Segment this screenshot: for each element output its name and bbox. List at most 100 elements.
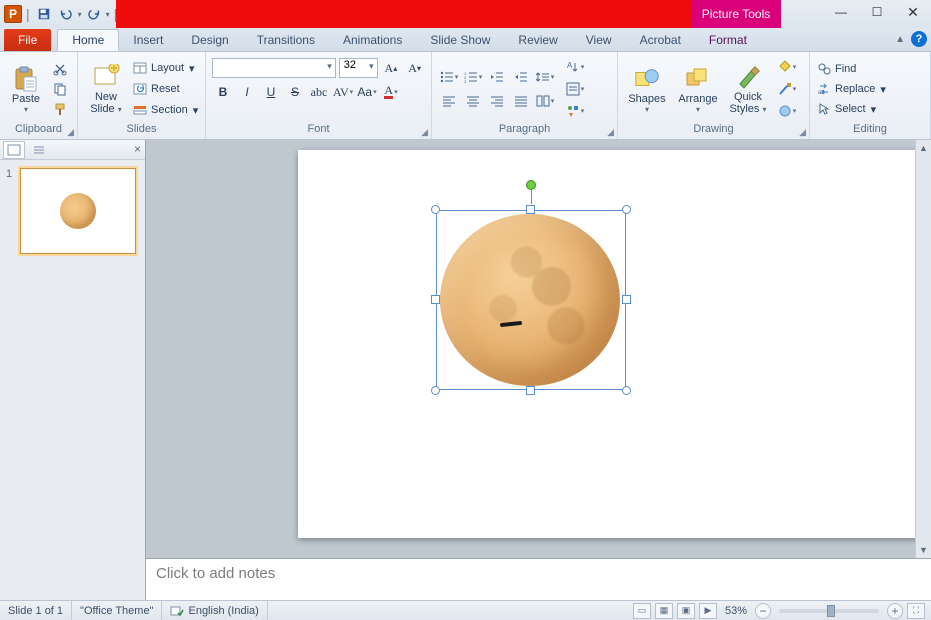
status-slide-counter[interactable]: Slide 1 of 1 xyxy=(0,601,72,620)
align-right-icon[interactable] xyxy=(486,91,508,111)
bullets-icon[interactable] xyxy=(438,67,460,87)
font-launcher-icon[interactable]: ◢ xyxy=(421,127,428,138)
line-spacing-icon[interactable] xyxy=(534,67,556,87)
zoom-slider[interactable] xyxy=(779,609,879,613)
bold-icon[interactable]: B xyxy=(212,82,234,102)
reset-button[interactable]: Reset xyxy=(132,80,198,98)
resize-handle-mr[interactable] xyxy=(622,295,631,304)
help-icon[interactable]: ? xyxy=(911,31,927,47)
scroll-up-icon[interactable]: ▲ xyxy=(916,140,931,156)
shape-outline-icon[interactable] xyxy=(776,79,798,99)
underline-icon[interactable]: U xyxy=(260,82,282,102)
fit-to-window-icon[interactable]: ⛶ xyxy=(907,603,925,619)
strikethrough-icon[interactable]: S xyxy=(284,82,306,102)
text-direction-icon[interactable]: A xyxy=(564,57,586,77)
undo-dropdown-caret[interactable]: ▾ xyxy=(78,10,82,19)
close-button[interactable] xyxy=(899,2,927,22)
align-center-icon[interactable] xyxy=(462,91,484,111)
numbering-icon[interactable]: 123 xyxy=(462,67,484,87)
change-case-icon[interactable]: Aa xyxy=(356,82,378,102)
resize-handle-tl[interactable] xyxy=(431,205,440,214)
qat-customize-caret[interactable]: ▾ xyxy=(106,10,110,19)
notes-pane[interactable]: Click to add notes xyxy=(146,558,931,600)
sorter-view-icon[interactable]: ▦ xyxy=(655,603,673,619)
slide-thumbnail-1[interactable] xyxy=(20,168,136,254)
select-button[interactable]: Select▾ xyxy=(816,100,886,118)
format-painter-icon[interactable] xyxy=(50,100,70,118)
tab-view[interactable]: View xyxy=(572,29,626,51)
minimize-button[interactable] xyxy=(827,2,855,22)
status-language[interactable]: English (India) xyxy=(162,601,267,620)
tab-file[interactable]: File xyxy=(4,29,51,51)
shapes-button[interactable]: Shapes▾ xyxy=(624,57,670,121)
thumbnail-tab-outline[interactable] xyxy=(28,141,50,159)
align-left-icon[interactable] xyxy=(438,91,460,111)
tab-slideshow[interactable]: Slide Show xyxy=(416,29,504,51)
justify-icon[interactable] xyxy=(510,91,532,111)
tab-home[interactable]: Home xyxy=(57,29,119,51)
resize-handle-tr[interactable] xyxy=(622,205,631,214)
zoom-slider-thumb[interactable] xyxy=(827,605,835,617)
rotation-handle[interactable] xyxy=(526,180,536,190)
font-color-icon[interactable]: A xyxy=(380,82,402,102)
paste-button[interactable]: Paste ▾ xyxy=(6,57,46,121)
clipboard-launcher-icon[interactable]: ◢ xyxy=(67,127,74,138)
tab-transitions[interactable]: Transitions xyxy=(243,29,329,51)
resize-handle-bl[interactable] xyxy=(431,386,440,395)
status-theme[interactable]: "Office Theme" xyxy=(72,601,162,620)
columns-icon[interactable] xyxy=(534,91,556,111)
zoom-in-icon[interactable]: + xyxy=(887,603,903,619)
new-slide-button[interactable]: New Slide ▾ xyxy=(84,57,128,121)
zoom-out-icon[interactable]: − xyxy=(755,603,771,619)
tab-design[interactable]: Design xyxy=(177,29,242,51)
maximize-button[interactable] xyxy=(863,2,891,22)
font-name-combo[interactable] xyxy=(212,58,336,78)
selected-picture[interactable] xyxy=(436,210,626,390)
app-icon[interactable]: P xyxy=(4,5,22,23)
resize-handle-tm[interactable] xyxy=(526,205,535,214)
minimize-ribbon-icon[interactable]: ▲ xyxy=(895,34,905,45)
thumbnail-panel-close-icon[interactable]: × xyxy=(134,142,141,156)
undo-icon[interactable] xyxy=(56,4,76,24)
replace-button[interactable]: abReplace▾ xyxy=(816,80,886,98)
text-shadow-icon[interactable]: abc xyxy=(308,82,330,102)
shrink-font-icon[interactable]: A▾ xyxy=(404,58,425,78)
resize-handle-bm[interactable] xyxy=(526,386,535,395)
italic-icon[interactable]: I xyxy=(236,82,258,102)
picture-tools-context-tab: Picture Tools xyxy=(691,0,781,28)
smartart-icon[interactable] xyxy=(564,101,586,121)
redo-icon[interactable] xyxy=(84,4,104,24)
shape-fill-icon[interactable] xyxy=(776,57,798,77)
resize-handle-ml[interactable] xyxy=(431,295,440,304)
tab-insert[interactable]: Insert xyxy=(119,29,177,51)
zoom-percent[interactable]: 53% xyxy=(725,605,747,617)
section-button[interactable]: Section▾ xyxy=(132,101,198,119)
quick-styles-button[interactable]: Quick Styles ▾ xyxy=(726,57,770,121)
drawing-launcher-icon[interactable]: ◢ xyxy=(799,127,806,138)
scroll-down-icon[interactable]: ▼ xyxy=(916,542,931,558)
paragraph-launcher-icon[interactable]: ◢ xyxy=(607,127,614,138)
vertical-scrollbar[interactable]: ▲ ▼ xyxy=(915,140,931,558)
slideshow-view-icon[interactable]: ▶ xyxy=(699,603,717,619)
tab-animations[interactable]: Animations xyxy=(329,29,416,51)
grow-font-icon[interactable]: A▴ xyxy=(381,58,402,78)
layout-button[interactable]: Layout▾ xyxy=(132,59,198,77)
copy-icon[interactable] xyxy=(50,80,70,98)
find-button[interactable]: Find xyxy=(816,60,886,78)
decrease-indent-icon[interactable] xyxy=(486,67,508,87)
tab-review[interactable]: Review xyxy=(504,29,571,51)
increase-indent-icon[interactable] xyxy=(510,67,532,87)
font-size-combo[interactable]: 32 xyxy=(339,58,378,78)
reading-view-icon[interactable]: ▣ xyxy=(677,603,695,619)
arrange-button[interactable]: Arrange▾ xyxy=(674,57,722,121)
cut-icon[interactable] xyxy=(50,60,70,78)
normal-view-icon[interactable]: ▭ xyxy=(633,603,651,619)
tab-format[interactable]: Format xyxy=(695,29,761,51)
character-spacing-icon[interactable]: AV xyxy=(332,82,354,102)
save-icon[interactable] xyxy=(34,4,54,24)
thumbnail-tab-slides[interactable] xyxy=(3,141,25,159)
align-text-icon[interactable] xyxy=(564,79,586,99)
shape-effects-icon[interactable] xyxy=(776,101,798,121)
resize-handle-br[interactable] xyxy=(622,386,631,395)
tab-acrobat[interactable]: Acrobat xyxy=(626,29,695,51)
